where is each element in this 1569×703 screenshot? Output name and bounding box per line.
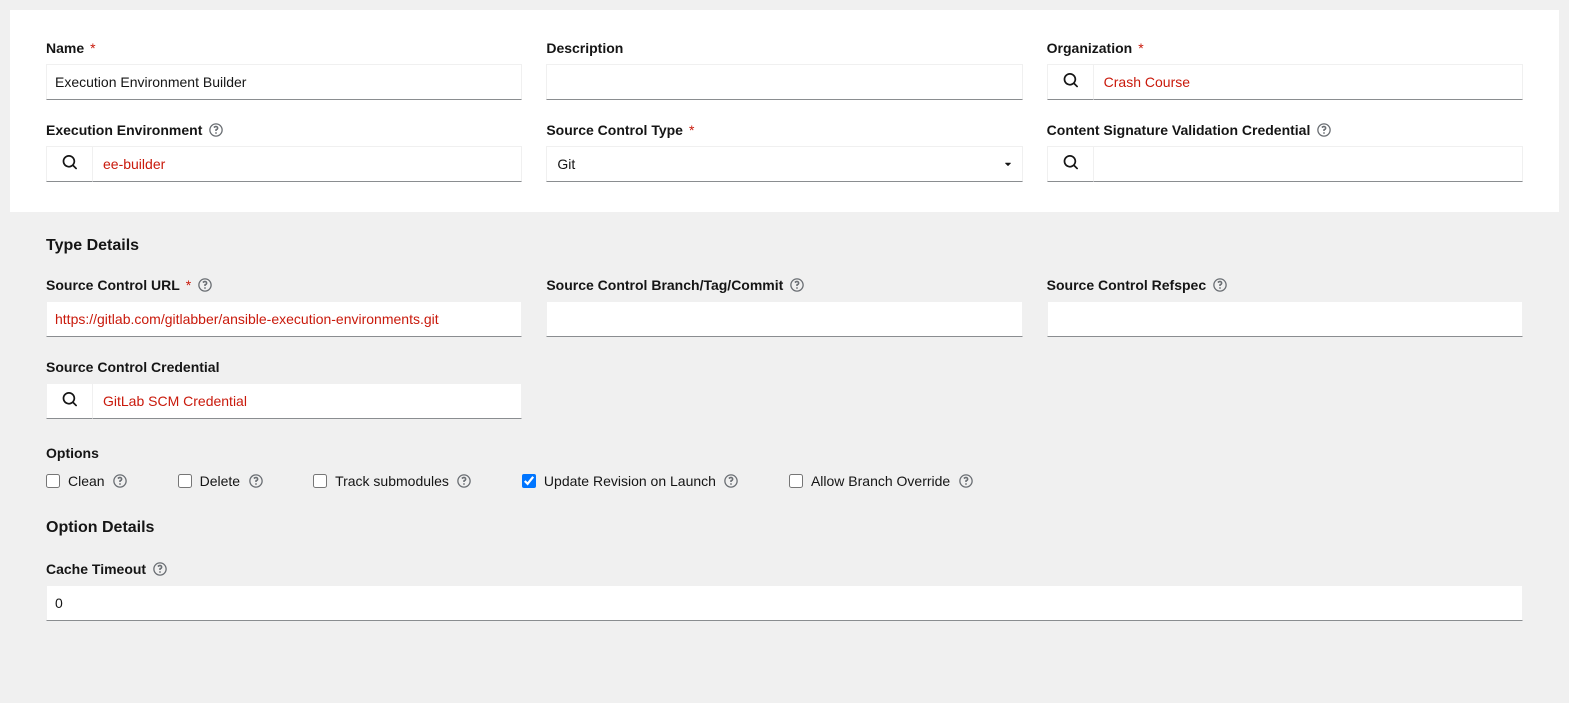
update-checkbox[interactable] [522, 474, 536, 488]
content-sig-lookup-button[interactable] [1047, 146, 1093, 182]
scm-url-input[interactable] [46, 301, 522, 337]
label-cache-timeout-text: Cache Timeout [46, 561, 146, 577]
help-icon[interactable] [789, 278, 804, 293]
delete-checkbox[interactable] [178, 474, 192, 488]
required-indicator: * [186, 277, 191, 293]
help-icon[interactable] [208, 123, 223, 138]
name-input[interactable] [46, 64, 522, 100]
help-icon[interactable] [113, 474, 128, 489]
search-icon [62, 155, 77, 173]
organization-input[interactable] [1093, 64, 1523, 100]
clean-checkbox[interactable] [46, 474, 60, 488]
allow-branch-label[interactable]: Allow Branch Override [811, 473, 950, 489]
option-clean: Clean [46, 473, 128, 489]
label-scm-refspec-text: Source Control Refspec [1047, 277, 1206, 293]
label-organization: Organization * [1047, 40, 1523, 56]
label-name-text: Name [46, 40, 84, 56]
track-label[interactable]: Track submodules [335, 473, 449, 489]
help-icon[interactable] [457, 474, 472, 489]
label-scm-credential: Source Control Credential [46, 359, 522, 375]
search-icon [1063, 73, 1078, 91]
label-options: Options [46, 445, 1523, 461]
label-exec-env-text: Execution Environment [46, 122, 202, 138]
search-icon [1063, 155, 1078, 173]
allow-branch-checkbox[interactable] [789, 474, 803, 488]
required-indicator: * [1138, 40, 1143, 56]
field-exec-env: Execution Environment [46, 122, 522, 182]
label-scm-url: Source Control URL * [46, 277, 522, 293]
content-sig-input[interactable] [1093, 146, 1523, 182]
label-exec-env: Execution Environment [46, 122, 522, 138]
update-label[interactable]: Update Revision on Launch [544, 473, 716, 489]
scm-branch-input[interactable] [546, 301, 1022, 337]
label-scm-url-text: Source Control URL [46, 277, 180, 293]
form-section-type-details: Type Details Source Control URL * Source… [10, 212, 1559, 641]
required-indicator: * [90, 40, 95, 56]
option-details-title: Option Details [46, 519, 1523, 537]
option-track: Track submodules [313, 473, 472, 489]
label-description: Description [546, 40, 1022, 56]
required-indicator: * [689, 122, 694, 138]
scm-refspec-input[interactable] [1047, 301, 1523, 337]
field-scm-refspec: Source Control Refspec [1047, 277, 1523, 337]
label-scm-type: Source Control Type * [546, 122, 1022, 138]
scm-credential-lookup-button[interactable] [46, 383, 92, 419]
type-details-title: Type Details [46, 237, 1523, 255]
options-group: Options Clean Delete Track submodules [46, 445, 1523, 489]
help-icon[interactable] [724, 474, 739, 489]
help-icon[interactable] [152, 562, 167, 577]
label-name: Name * [46, 40, 522, 56]
search-icon [62, 392, 77, 410]
label-cache-timeout: Cache Timeout [46, 561, 1523, 577]
label-scm-credential-text: Source Control Credential [46, 359, 219, 375]
help-icon[interactable] [958, 474, 973, 489]
option-allow-branch: Allow Branch Override [789, 473, 973, 489]
scm-type-value: Git [557, 156, 575, 172]
field-scm-url: Source Control URL * [46, 277, 522, 337]
help-icon[interactable] [248, 474, 263, 489]
delete-label[interactable]: Delete [200, 473, 240, 489]
cache-timeout-input[interactable] [46, 585, 1523, 621]
field-name: Name * [46, 40, 522, 100]
label-scm-type-text: Source Control Type [546, 122, 683, 138]
option-update: Update Revision on Launch [522, 473, 739, 489]
scm-credential-input[interactable] [92, 383, 522, 419]
label-scm-branch-text: Source Control Branch/Tag/Commit [546, 277, 783, 293]
help-icon[interactable] [1316, 123, 1331, 138]
field-organization: Organization * [1047, 40, 1523, 100]
field-scm-type: Source Control Type * Git [546, 122, 1022, 182]
track-checkbox[interactable] [313, 474, 327, 488]
field-description: Description [546, 40, 1022, 100]
organization-lookup-button[interactable] [1047, 64, 1093, 100]
help-icon[interactable] [1212, 278, 1227, 293]
label-scm-branch: Source Control Branch/Tag/Commit [546, 277, 1022, 293]
option-details-group: Option Details Cache Timeout [46, 519, 1523, 621]
label-content-sig-text: Content Signature Validation Credential [1047, 122, 1311, 138]
label-organization-text: Organization [1047, 40, 1133, 56]
exec-env-lookup-button[interactable] [46, 146, 92, 182]
field-content-sig: Content Signature Validation Credential [1047, 122, 1523, 182]
label-content-sig: Content Signature Validation Credential [1047, 122, 1523, 138]
option-delete: Delete [178, 473, 263, 489]
scm-type-select[interactable]: Git [546, 146, 1022, 182]
project-form: Name * Description Organization * [10, 10, 1559, 641]
label-description-text: Description [546, 40, 623, 56]
label-scm-refspec: Source Control Refspec [1047, 277, 1523, 293]
description-input[interactable] [546, 64, 1022, 100]
field-scm-credential: Source Control Credential [46, 359, 522, 419]
help-icon[interactable] [197, 278, 212, 293]
exec-env-input[interactable] [92, 146, 522, 182]
field-scm-branch: Source Control Branch/Tag/Commit [546, 277, 1022, 337]
form-section-main: Name * Description Organization * [10, 10, 1559, 212]
clean-label[interactable]: Clean [68, 473, 105, 489]
